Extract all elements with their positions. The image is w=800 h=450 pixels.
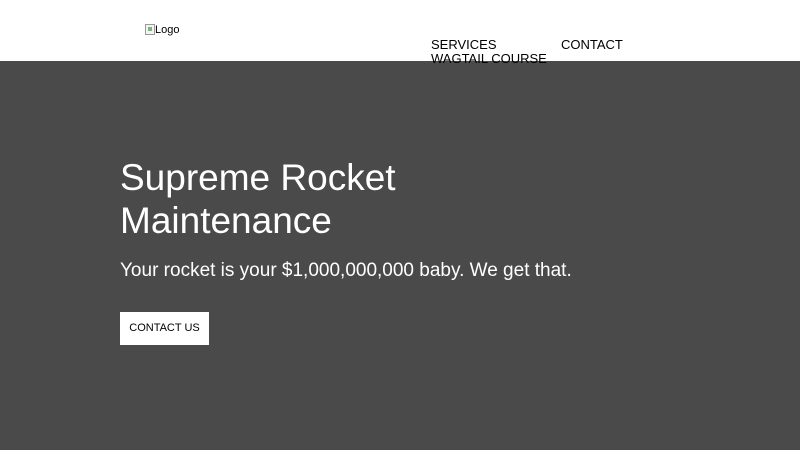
- contact-us-button[interactable]: CONTACT US: [120, 312, 209, 345]
- site-header: Logo SERVICES CONTACT WAGTAIL COURSE: [0, 0, 800, 66]
- site-logo[interactable]: Logo: [145, 24, 179, 37]
- nav-link-wagtail-course[interactable]: WAGTAIL COURSE: [431, 52, 547, 66]
- logo-alt-text: Logo: [155, 24, 180, 36]
- nav-link-contact[interactable]: CONTACT: [561, 38, 623, 52]
- broken-image-icon: [145, 24, 155, 35]
- nav-link-services[interactable]: SERVICES: [431, 38, 497, 52]
- hero-subtitle: Your rocket is your $1,000,000,000 baby.…: [120, 260, 572, 281]
- hero-title: Supreme Rocket Maintenance: [120, 157, 396, 241]
- page: Logo SERVICES CONTACT WAGTAIL COURSE Sup…: [0, 0, 800, 450]
